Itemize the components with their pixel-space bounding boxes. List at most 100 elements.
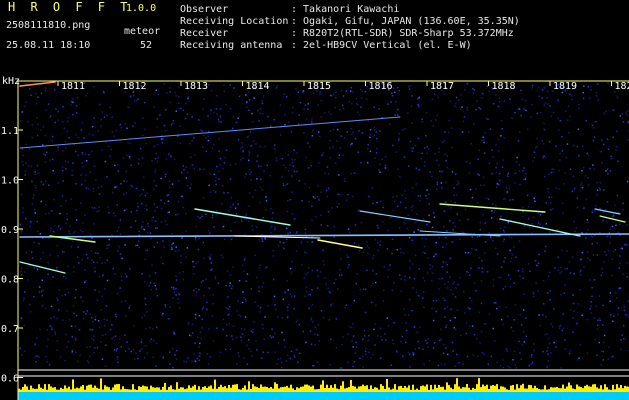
time-tick-label: 1813 [184,81,208,92]
noise-speck [207,363,210,365]
noise-speck [484,241,487,243]
noise-speck [80,296,82,298]
noise-speck [213,226,215,228]
noise-speck [576,206,578,209]
noise-speck [84,269,86,272]
noise-speck [451,241,454,243]
noise-speck [443,343,445,346]
level-bar [252,384,254,392]
noise-speck [260,165,262,167]
noise-speck [347,228,350,230]
noise-speck [533,216,535,219]
noise-speck [538,95,540,98]
noise-speck [257,305,259,307]
noise-speck [226,270,229,272]
noise-speck [300,240,303,243]
noise-speck [514,173,516,175]
noise-speck [92,320,94,323]
noise-speck [319,135,321,138]
noise-speck [244,298,247,300]
noise-speck [382,206,384,209]
level-bar [90,384,92,392]
noise-speck [497,105,500,108]
noise-speck [162,138,164,140]
noise-speck [196,336,199,338]
noise-speck [417,137,420,140]
noise-speck [598,317,601,320]
noise-speck [351,142,353,145]
noise-speck [510,326,513,329]
noise-speck [51,328,53,331]
noise-speck [143,356,146,359]
noise-speck [562,313,564,315]
noise-speck [585,237,587,239]
level-bar [54,387,56,392]
noise-speck [463,312,466,314]
level-bar [190,387,192,392]
noise-speck [507,274,510,276]
noise-speck [248,99,251,101]
level-bar [60,387,62,392]
noise-speck [378,169,380,172]
noise-speck [580,182,583,184]
noise-speck [277,245,280,247]
noise-speck [394,91,396,94]
freq-tick-label: 0.7 [1,324,19,335]
noise-speck [295,87,297,90]
noise-speck [169,186,171,189]
noise-speck [415,213,418,215]
level-bar [266,387,268,392]
time-tick-label: 1817 [430,81,454,92]
noise-speck [461,131,464,133]
noise-speck [542,350,544,353]
noise-speck [281,361,283,364]
noise-speck [285,360,288,362]
noise-speck [389,217,391,219]
noise-speck [91,328,94,331]
noise-speck [421,237,423,240]
noise-speck [528,364,530,367]
noise-speck [112,267,114,270]
noise-speck [591,287,593,289]
noise-speck [101,358,104,360]
noise-speck [222,318,225,321]
level-bar [624,385,626,392]
noise-speck [561,135,563,138]
noise-speck [303,132,305,134]
noise-speck [384,333,386,335]
noise-speck [132,94,135,96]
noise-speck [479,342,481,344]
noise-speck [539,214,542,216]
level-bar [562,384,564,392]
noise-speck [27,279,29,281]
noise-speck [516,156,518,159]
noise-speck [261,102,264,105]
noise-speck [201,327,203,329]
noise-speck [202,197,205,199]
noise-speck [124,334,126,337]
noise-speck [552,208,554,210]
noise-speck [515,256,517,258]
level-bar [586,384,588,392]
noise-speck [534,200,536,202]
noise-speck [502,229,505,232]
noise-speck [402,355,404,358]
noise-speck [168,180,170,183]
noise-speck [509,366,511,369]
noise-speck [445,159,447,162]
level-bar [46,389,48,392]
noise-speck [304,232,307,235]
noise-speck [97,320,100,322]
noise-speck [147,225,150,228]
noise-speck [438,339,441,342]
noise-speck [205,213,207,215]
noise-speck [348,326,351,328]
noise-speck [242,291,244,293]
noise-speck [327,287,329,289]
noise-speck [262,327,264,330]
noise-speck [37,96,39,98]
noise-speck [423,165,426,167]
noise-speck [546,350,548,352]
noise-speck [542,156,544,159]
noise-speck [561,329,563,332]
